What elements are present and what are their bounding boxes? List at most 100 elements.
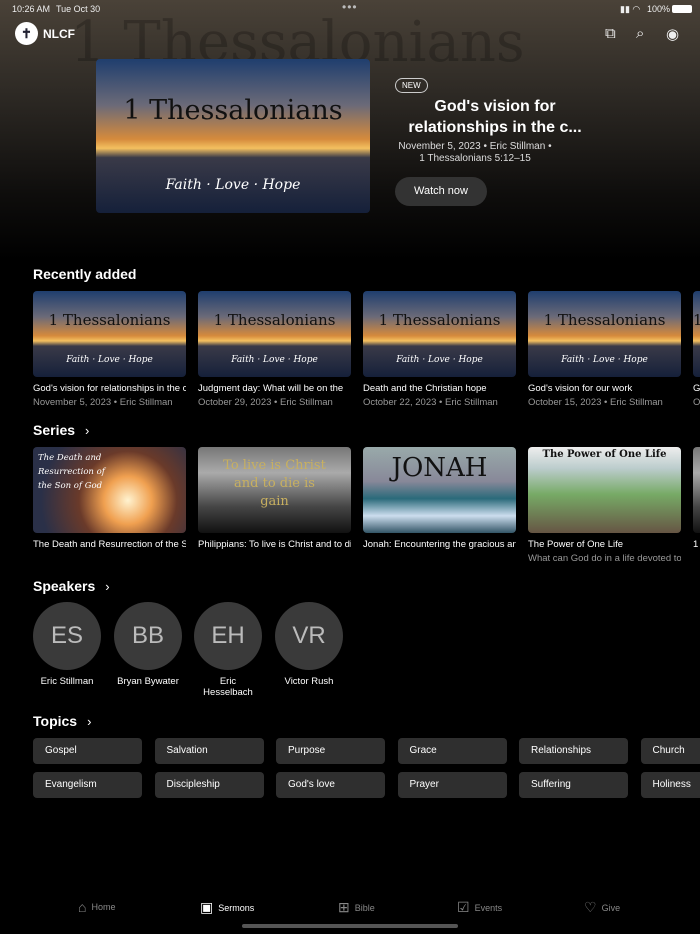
card-title: Judgment day: What will be on the [198,383,344,394]
speaker-name: Eric Hesselbach [203,676,253,698]
new-badge: NEW [395,78,428,93]
brand-name: NLCF [43,27,75,41]
card-title: G [693,383,700,394]
topic-chip[interactable]: God's love [276,772,385,798]
hero-image-words: Faith · Love · Hope [165,177,301,193]
sermon-card[interactable]: 1 Thessalonians GO [693,291,700,408]
tab-events[interactable]: ☑ Events [457,899,502,916]
thumb-words: Faith · Love · Hope [231,355,318,365]
hero-image[interactable]: 1 Thessalonians Faith · Love · Hope [96,59,370,213]
card-meta: October 29, 2023 • Eric Stillman [198,397,333,408]
chat-icon[interactable]: ⧉ [605,25,616,42]
speaker-item[interactable]: VR Victor Rush [275,602,343,687]
chevron-right-icon: › [105,579,110,594]
series-row[interactable]: The Death and Resurrection of the Son of… [33,447,700,564]
give-heart-icon: ♡ [584,899,597,915]
topic-chip[interactable]: Relationships [519,738,628,764]
series-card[interactable]: JONAH Jonah: Encountering the gracious an… [363,447,516,550]
battery-icon [672,5,692,13]
card-title: God's vision for relationships in the ch… [33,383,186,394]
tab-label: Home [91,902,116,912]
speaker-item[interactable]: EH Eric Hesselbach [194,602,262,698]
speaker-name: Bryan Bywater [117,676,179,687]
speaker-name: Victor Rush [284,676,334,687]
sermon-card[interactable]: 1 Thessalonians Faith · Love · Hope God's … [33,291,186,408]
topic-chip[interactable]: Evangelism [33,772,142,798]
card-title: Death and the Christian hope [363,383,487,394]
avatar: VR [275,602,343,670]
bible-icon: ⊞ [338,899,350,915]
speaker-item[interactable]: ES Eric Stillman [33,602,101,687]
speaker-item[interactable]: BB Bryan Bywater [114,602,182,687]
sermon-card[interactable]: 1 Thessalonians Faith · Love · Hope Death … [363,291,516,408]
card-meta: October 22, 2023 • Eric Stillman [363,397,498,408]
series-card[interactable]: 1 [693,447,700,550]
church-logo[interactable]: ✝ [15,22,38,45]
avatar: EH [194,602,262,670]
chevron-right-icon: › [87,714,92,729]
sermon-card[interactable]: 1 Thessalonians Faith · Love · Hope God's … [528,291,681,408]
thumb-title: JONAH [391,453,488,483]
thumb-words: Faith · Love · Hope [561,355,648,365]
card-title: Philippians: To live is Christ and to di… [198,539,351,550]
hero-title[interactable]: God's vision for relationships in the c.… [395,96,595,138]
status-date: Tue Oct 30 [56,4,101,14]
card-title: The Death and Resurrection of the Son of… [33,539,186,550]
home-indicator[interactable] [242,924,458,928]
account-icon[interactable]: ◉ [666,25,679,43]
tab-sermons[interactable]: ▣ Sermons [200,899,254,916]
card-title: Jonah: Encountering the gracious and com… [363,539,516,550]
thumb-title: To live is Christ and to die is gain [223,458,326,509]
thumb-title: 1 Thessalonians [48,311,171,329]
card-meta: November 5, 2023 • Eric Stillman [33,397,173,408]
sermon-card[interactable]: 1 Thessalonians Faith · Love · Hope Judgme… [198,291,351,408]
topic-chip[interactable]: Gospel [33,738,142,764]
signal-wifi-icon: ▮▮ ◠ [620,4,641,14]
topic-chip[interactable]: Salvation [154,738,264,764]
play-screen-icon: ▣ [200,899,214,915]
hero-image-title: 1 Thessalonians [123,95,343,126]
topic-chip[interactable]: Grace [397,738,507,764]
multitask-dots[interactable]: ••• [342,0,358,14]
topic-chip[interactable]: Purpose [276,738,385,764]
card-meta: O [693,397,700,408]
search-icon[interactable]: ⌕ [636,25,644,42]
series-card[interactable]: The Death and Resurrection of the Son of… [33,447,186,550]
speakers-heading[interactable]: Speakers › [33,578,110,594]
calendar-icon: ☑ [457,899,470,915]
tab-label: Sermons [218,902,255,913]
topics-heading-label: Topics [33,713,78,729]
series-heading[interactable]: Series › [33,422,89,438]
card-title: The Power of One Life [528,539,624,550]
recently-added-heading: Recently added [33,266,137,282]
card-title: God's vision for our work [528,383,633,394]
tab-bible[interactable]: ⊞ Bible [338,899,375,916]
chevron-right-icon: › [85,423,90,438]
avatar: ES [33,602,101,670]
speaker-name: Eric Stillman [40,676,94,687]
tab-label: Events [474,902,503,913]
topic-chip[interactable]: Suffering [519,772,628,798]
recently-added-row[interactable]: 1 Thessalonians Faith · Love · Hope God's … [33,291,700,408]
topic-chip[interactable]: Church [640,738,700,764]
avatar: BB [114,602,182,670]
topic-chip[interactable]: Discipleship [154,772,264,798]
battery-level: 100% [647,4,671,14]
card-meta: October 15, 2023 • Eric Stillman [528,397,663,408]
topic-chip[interactable]: Holiness [640,772,700,798]
watch-now-button[interactable]: Watch now [395,177,487,206]
series-card[interactable]: The Power of One Life The Power of One Li… [528,447,681,564]
thumb-title: The Death and Resurrection of the Son of… [38,453,105,491]
series-card[interactable]: To live is Christ and to die is gain Phil… [198,447,351,550]
hero-meta: November 5, 2023 • Eric Stillman • 1 The… [398,141,552,164]
topic-chip[interactable]: Prayer [397,772,507,798]
thumb-title: 1 Thessalonians [213,311,336,329]
thumb-title: 1 Thessalonians [378,311,501,329]
tab-give[interactable]: ♡ Give [584,899,620,916]
tab-label: Bible [354,902,375,913]
thumb-words: Faith · Love · Hope [66,355,153,365]
status-time: 10:26 AM [12,4,51,14]
card-title: 1 [693,539,699,550]
topics-heading[interactable]: Topics › [33,713,91,729]
tab-home[interactable]: ⌂ Home [78,899,115,915]
